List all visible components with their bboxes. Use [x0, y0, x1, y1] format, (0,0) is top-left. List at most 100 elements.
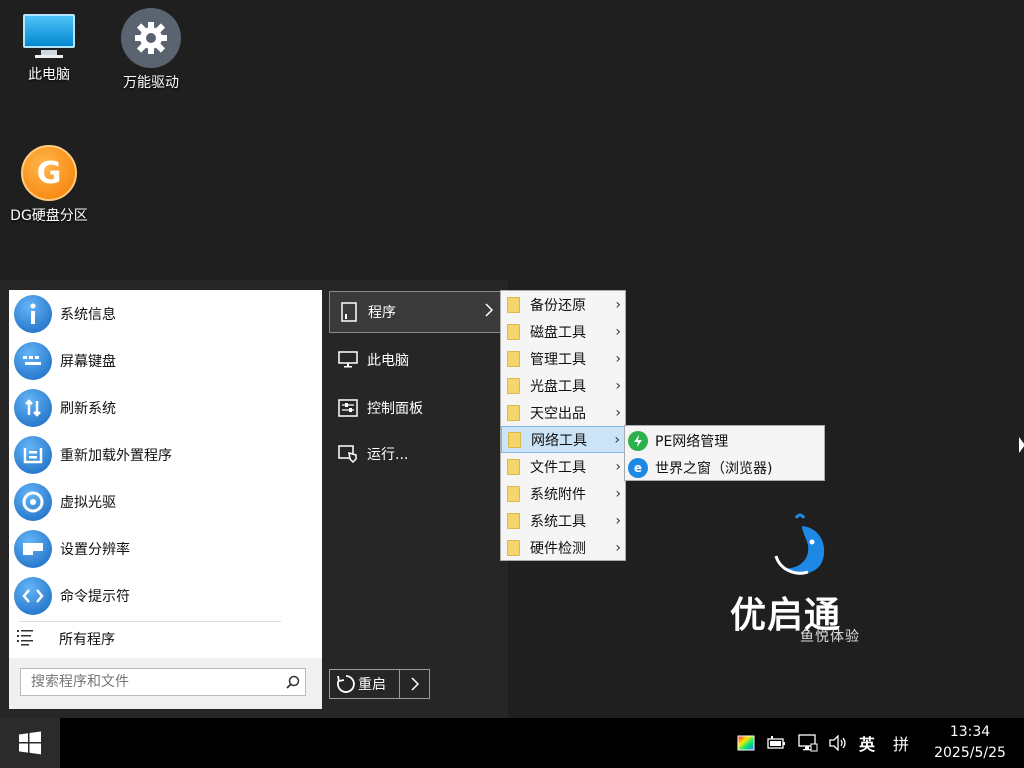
submenu-item-label: 硬件检测	[530, 540, 586, 557]
chevron-right-icon: ›	[615, 350, 621, 367]
programs-submenu: 备份还原 › 磁盘工具 › 管理工具 › 光盘工具 › 天空出品 › 网络工具 › 文件工具…	[500, 290, 626, 561]
search-box	[20, 668, 306, 696]
windows-logo-icon	[18, 731, 42, 755]
submenu-item-backup-restore[interactable]: 备份还原 ›	[501, 291, 625, 318]
start-menu-left-column: 系统信息 屏幕键盘 刷新系统 重新加载外置程序 虚拟光驱 设置分辨率 命令提示符…	[9, 290, 322, 709]
all-programs-label: 所有程序	[59, 632, 115, 648]
submenu-item-pe-network-manager[interactable]: PE网络管理	[625, 427, 824, 454]
submenu-item-admin-tools[interactable]: 管理工具 ›	[501, 345, 625, 372]
submenu-item-hardware-check[interactable]: 硬件检测 ›	[501, 534, 625, 561]
search-icon[interactable]	[281, 675, 305, 689]
submenu-item-system-tools[interactable]: 系统工具 ›	[501, 507, 625, 534]
menu-item-label: 屏幕键盘	[60, 354, 116, 370]
menu-item-reload-external[interactable]: 重新加载外置程序	[9, 432, 322, 478]
menu-item-programs[interactable]: 程序	[329, 291, 501, 333]
ime-language-indicator[interactable]: 英	[854, 718, 880, 768]
folder-icon	[507, 404, 520, 421]
menu-item-label: 虚拟光驱	[60, 495, 116, 511]
menu-item-label: 此电脑	[367, 353, 409, 369]
desktop-icon-universal-driver[interactable]: 万能驱动	[106, 8, 196, 92]
refresh-icon	[14, 389, 52, 427]
battery-icon[interactable]	[764, 718, 788, 768]
run-icon	[337, 445, 359, 463]
info-icon	[14, 295, 52, 333]
chevron-right-icon	[484, 302, 494, 322]
menu-item-set-resolution[interactable]: 设置分辨率	[9, 526, 322, 572]
mouse-cursor-icon	[1019, 437, 1024, 453]
submenu-item-label: 管理工具	[530, 351, 586, 368]
power-options-button[interactable]	[399, 669, 430, 699]
submenu-item-sky-products[interactable]: 天空出品 ›	[501, 399, 625, 426]
browser-icon: e	[628, 457, 648, 478]
submenu-item-label: 磁盘工具	[530, 324, 586, 341]
logo-subtitle: 鱼悦体验	[800, 629, 860, 645]
menu-divider	[19, 621, 281, 622]
menu-item-label: 重新加载外置程序	[60, 448, 172, 464]
volume-icon[interactable]	[826, 718, 850, 768]
folder-icon	[507, 539, 520, 556]
menu-item-this-pc[interactable]: 此电脑	[329, 339, 501, 381]
desktop-icon-label: 此电脑	[28, 67, 70, 83]
start-button[interactable]	[0, 718, 60, 768]
submenu-item-disk-tools[interactable]: 磁盘工具 ›	[501, 318, 625, 345]
submenu-item-label: 文件工具	[530, 459, 586, 476]
search-area	[9, 658, 322, 709]
list-icon	[17, 628, 35, 650]
control-panel-icon	[337, 399, 359, 417]
folder-icon	[508, 431, 521, 448]
chevron-right-icon: ›	[615, 377, 621, 394]
restart-label: 重启	[358, 677, 386, 693]
search-input[interactable]	[21, 669, 281, 695]
menu-item-label: 程序	[368, 305, 396, 321]
menu-item-system-info[interactable]: 系统信息	[9, 291, 322, 337]
menu-item-command-prompt[interactable]: 命令提示符	[9, 573, 322, 619]
desktop-icon-dg-partition[interactable]: G DG硬盘分区	[4, 145, 94, 225]
submenu-item-label: 世界之窗（浏览器)	[655, 460, 773, 477]
chevron-right-icon: ›	[614, 431, 620, 448]
ime-mode-indicator[interactable]: 拼	[888, 718, 914, 768]
network-tools-submenu: PE网络管理 e 世界之窗（浏览器)	[624, 425, 825, 481]
dg-partition-icon: G	[21, 145, 77, 201]
submenu-item-label: 系统附件	[530, 486, 586, 503]
submenu-item-theworld-browser[interactable]: e 世界之窗（浏览器)	[625, 454, 824, 481]
keyboard-icon	[14, 342, 52, 380]
brand-logo: 优启通 鱼悦体验	[726, 510, 876, 650]
network-manager-icon	[628, 430, 648, 451]
submenu-item-network-tools[interactable]: 网络工具 ›	[501, 426, 625, 453]
submenu-item-label: 网络工具	[531, 432, 587, 449]
chevron-right-icon: ›	[615, 296, 621, 313]
taskbar: 英 拼 13:34 2025/5/25	[0, 718, 1024, 768]
chevron-right-icon: ›	[615, 458, 621, 475]
menu-item-label: 刷新系统	[60, 401, 116, 417]
submenu-item-label: 系统工具	[530, 513, 586, 530]
submenu-item-accessories[interactable]: 系统附件 ›	[501, 480, 625, 507]
submenu-item-file-tools[interactable]: 文件工具 ›	[501, 453, 625, 480]
system-clock[interactable]: 13:34 2025/5/25	[920, 722, 1020, 764]
monitor-icon	[21, 10, 77, 60]
folder-icon	[507, 458, 520, 475]
chevron-right-icon: ›	[615, 485, 621, 502]
desktop-icon-label: 万能驱动	[123, 75, 179, 91]
clock-date: 2025/5/25	[934, 745, 1006, 761]
menu-item-run[interactable]: 运行...	[329, 433, 501, 475]
menu-item-refresh-system[interactable]: 刷新系统	[9, 385, 322, 431]
folder-icon	[507, 512, 520, 529]
menu-item-label: 设置分辨率	[60, 542, 130, 558]
disc-icon	[14, 483, 52, 521]
menu-item-virtual-drive[interactable]: 虚拟光驱	[9, 479, 322, 525]
network-status-icon[interactable]	[796, 718, 820, 768]
computer-icon	[337, 351, 359, 369]
menu-item-label: 控制面板	[367, 401, 423, 417]
folder-icon	[507, 350, 520, 367]
restart-button[interactable]: 重启	[329, 669, 400, 699]
submenu-item-disc-tools[interactable]: 光盘工具 ›	[501, 372, 625, 399]
folder-icon	[507, 485, 520, 502]
submenu-item-label: PE网络管理	[655, 433, 729, 450]
desktop-icon-this-pc[interactable]: 此电脑	[4, 10, 94, 84]
color-display-icon[interactable]	[736, 718, 756, 768]
menu-item-screen-keyboard[interactable]: 屏幕键盘	[9, 338, 322, 384]
menu-item-control-panel[interactable]: 控制面板	[329, 387, 501, 429]
reload-icon	[14, 436, 52, 474]
submenu-item-label: 天空出品	[530, 405, 586, 422]
all-programs-button[interactable]: 所有程序	[9, 623, 322, 655]
